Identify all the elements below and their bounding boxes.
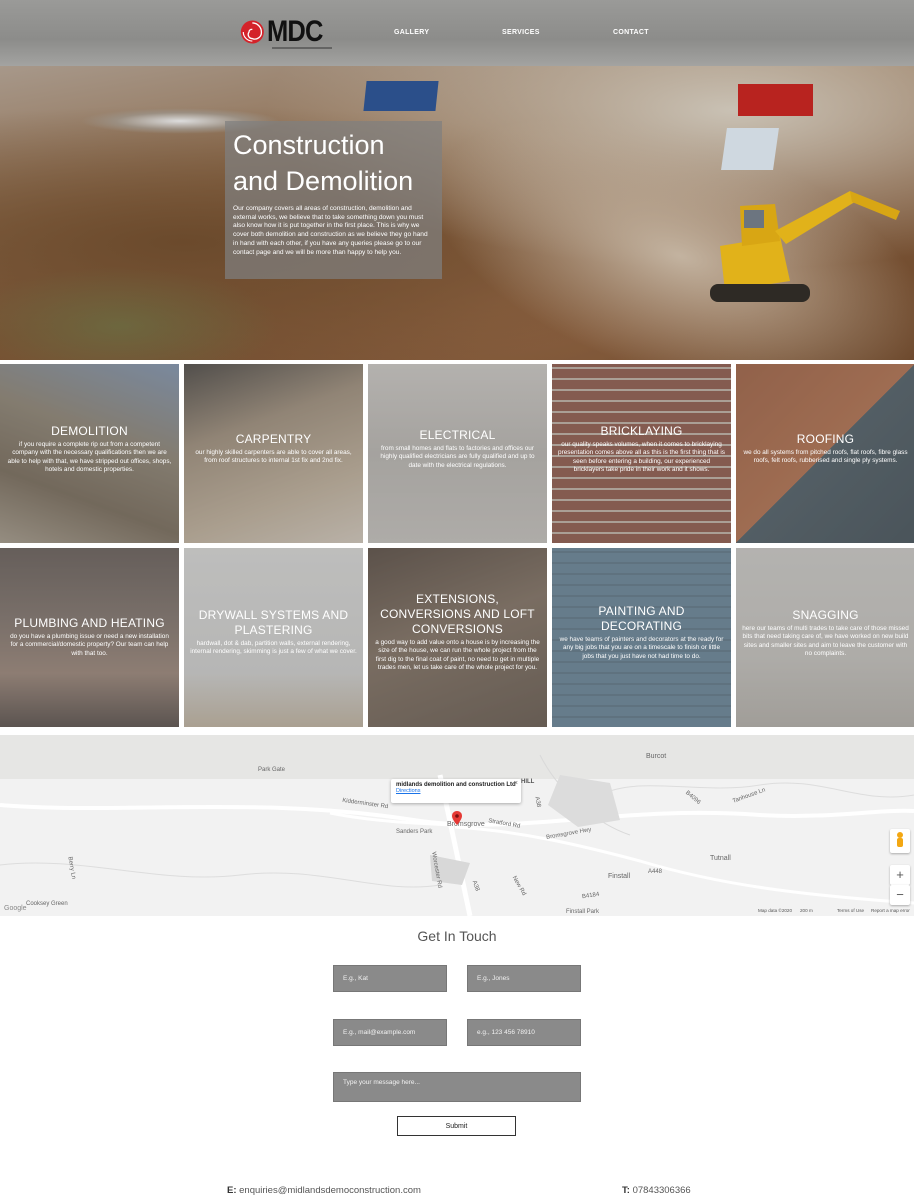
service-tile-extensions[interactable]: EXTENSIONS, CONVERSIONS AND LOFT CONVERS… (368, 548, 547, 727)
email-field[interactable] (333, 1019, 447, 1046)
close-icon[interactable]: × (514, 780, 518, 787)
service-title: PAINTING AND DECORATING (598, 604, 685, 633)
service-tile-plumbing[interactable]: PLUMBING AND HEATING do you have a plumb… (0, 548, 179, 727)
tile-caption: PLUMBING AND HEATING do you have a plumb… (6, 616, 173, 658)
white-container (721, 128, 779, 170)
map-terms-link[interactable]: Terms of Use (837, 908, 864, 913)
service-title: CARPENTRY (235, 432, 312, 446)
tile-caption: CARPENTRY our highly skilled carpenters … (190, 432, 357, 466)
service-title: ELECTRICAL (419, 428, 496, 442)
tile-caption: BRICKLAYING our quality speaks volumes, … (558, 424, 725, 474)
service-text: we have teams of painters and decorators… (559, 636, 724, 660)
hero-title: Construction and Demolition (233, 130, 414, 196)
street-view-pegman-icon[interactable] (890, 829, 910, 853)
logo-text: MDC (266, 15, 323, 48)
service-text: if you require a complete rip out from a… (7, 441, 172, 473)
service-title: DEMOLITION (51, 424, 128, 438)
map-label: Tutnall (710, 855, 731, 862)
map-label: Sanders Park (396, 829, 433, 835)
first-name-field[interactable] (333, 965, 447, 992)
tile-caption: ELECTRICAL from small homes and flats to… (374, 428, 541, 470)
logo-swirl-icon (240, 20, 264, 44)
map-label: A448 (648, 869, 663, 875)
hero-section: Construction and Demolition Our company … (0, 66, 914, 360)
service-text: our highly skilled carpenters are able t… (195, 449, 352, 465)
map-report-link[interactable]: Report a map error (871, 908, 910, 913)
info-directions-link[interactable]: Directions (396, 788, 516, 794)
red-container (738, 84, 813, 116)
map-label: Finstall Park (566, 909, 600, 915)
phone-label: T: (622, 1185, 630, 1196)
tile-caption: DEMOLITION if you require a complete rip… (6, 424, 173, 474)
phone-link[interactable]: 07843306366 (633, 1185, 691, 1196)
last-name-field[interactable] (467, 965, 581, 992)
service-tile-carpentry[interactable]: CARPENTRY our highly skilled carpenters … (184, 364, 363, 543)
service-tile-electrical[interactable]: ELECTRICAL from small homes and flats to… (368, 364, 547, 543)
submit-button[interactable]: Submit (397, 1116, 516, 1136)
tile-caption: PAINTING AND DECORATING we have teams of… (558, 604, 725, 661)
map-label: Finstall (608, 873, 631, 880)
nav-services[interactable]: SERVICES (502, 29, 540, 36)
nav-contact[interactable]: CONTACT (613, 29, 649, 36)
tile-caption: EXTENSIONS, CONVERSIONS AND LOFT CONVERS… (374, 592, 541, 672)
map-data-attribution: Map data ©2020 (758, 908, 793, 913)
service-text: do you have a plumbing issue or need a n… (10, 633, 169, 657)
map-label-hill: HILL (521, 779, 535, 785)
tile-caption: SNAGGING here our teams of multi trades … (742, 608, 909, 658)
service-text: hardwall, dot & dab, partition walls, ex… (190, 640, 357, 656)
email-link[interactable]: enquiries@midlandsdemoconstruction.com (239, 1185, 421, 1196)
tile-caption: DRYWALL SYSTEMS AND PLASTERING hardwall,… (190, 608, 357, 657)
blue-skip (363, 81, 439, 111)
email-label: E: (227, 1185, 237, 1196)
zoom-out-button[interactable]: − (890, 885, 910, 905)
google-logo: Google (4, 905, 27, 912)
hero-text-box: Construction and Demolition Our company … (225, 121, 442, 279)
footer-phone: T: 07843306366 (622, 1185, 691, 1196)
map-scale: 200 m (800, 908, 813, 913)
logo-tagline-mark (272, 47, 332, 49)
message-field[interactable] (333, 1072, 581, 1102)
service-title: DRYWALL SYSTEMS AND PLASTERING (198, 608, 349, 637)
service-title: ROOFING (796, 432, 855, 446)
service-tile-snagging[interactable]: SNAGGING here our teams of multi trades … (736, 548, 914, 727)
excavator-illustration (710, 191, 900, 302)
logo[interactable]: MDC (240, 14, 332, 50)
pegman-icon (897, 832, 903, 847)
zoom-in-button[interactable]: + (890, 865, 910, 885)
service-text: we do all systems from pitched roofs, fl… (743, 449, 908, 465)
service-tile-roofing[interactable]: ROOFING we do all systems from pitched r… (736, 364, 914, 543)
map-label: Cooksey Green (26, 901, 68, 907)
nav-gallery[interactable]: GALLERY (394, 29, 429, 36)
service-title: PLUMBING AND HEATING (14, 616, 165, 630)
contact-heading: Get In Touch (417, 928, 497, 944)
service-title: SNAGGING (792, 608, 859, 622)
service-tile-drywall[interactable]: DRYWALL SYSTEMS AND PLASTERING hardwall,… (184, 548, 363, 727)
hero-background-grass (0, 266, 280, 360)
service-title: EXTENSIONS, CONVERSIONS AND LOFT CONVERS… (380, 592, 535, 636)
service-text: here our teams of multi trades to take c… (742, 625, 909, 657)
google-map[interactable]: Burcot Park Gate Kidderminster Rd Sander… (0, 735, 914, 916)
hero-description: Our company covers all areas of construc… (233, 205, 428, 256)
map-label: Park Gate (258, 767, 286, 773)
service-title: BRICKLAYING (600, 424, 683, 438)
service-text: our quality speaks volumes, when it come… (558, 441, 725, 473)
phone-field[interactable] (467, 1019, 581, 1046)
map-pin-icon[interactable] (452, 811, 462, 825)
map-info-window: midlands demolition and construction Ltd… (391, 779, 521, 803)
service-text: a good way to add value onto a house is … (375, 639, 540, 671)
service-tile-bricklaying[interactable]: BRICKLAYING our quality speaks volumes, … (552, 364, 731, 543)
map-label: Burcot (646, 753, 667, 760)
tile-caption: ROOFING we do all systems from pitched r… (742, 432, 909, 466)
service-text: from small homes and flats to factories … (380, 445, 535, 469)
service-tile-demolition[interactable]: DEMOLITION if you require a complete rip… (0, 364, 179, 543)
footer-email: E: enquiries@midlandsdemoconstruction.co… (227, 1185, 421, 1196)
site-header: MDC GALLERY SERVICES CONTACT (0, 0, 914, 66)
service-tile-painting[interactable]: PAINTING AND DECORATING we have teams of… (552, 548, 731, 727)
